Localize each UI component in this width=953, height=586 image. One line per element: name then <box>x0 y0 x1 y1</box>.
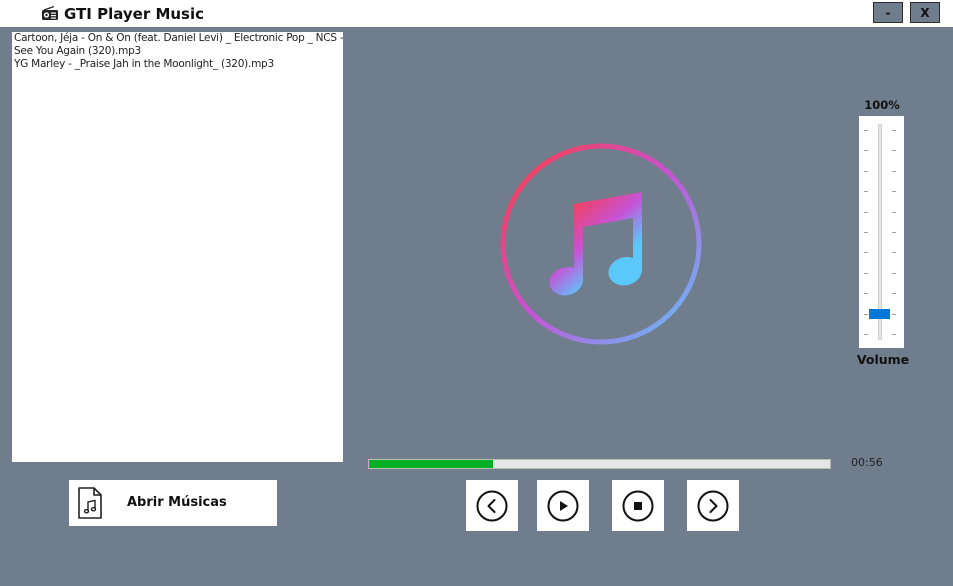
playlist[interactable]: Cartoon, Jéja - On & On (feat. Daniel Le… <box>12 32 343 462</box>
volume-tick <box>864 130 868 131</box>
volume-label: Volume <box>856 352 910 367</box>
volume-tick <box>864 252 868 254</box>
volume-tick <box>892 211 896 213</box>
music-note-icon <box>500 143 702 345</box>
volume-tick <box>864 191 868 193</box>
app-title: GTI Player Music <box>64 5 205 23</box>
title-bar: GTI Player Music - X <box>0 0 953 27</box>
volume-tick <box>892 313 896 315</box>
volume-percent: 100% <box>864 98 900 112</box>
volume-tick <box>892 191 896 193</box>
volume-tick <box>892 252 896 254</box>
volume-tick <box>892 130 896 131</box>
previous-button[interactable] <box>466 480 518 531</box>
volume-tick <box>892 150 896 152</box>
stop-icon <box>622 490 654 521</box>
volume-tick <box>864 334 868 335</box>
playlist-item[interactable]: See You Again (320).mp3 <box>12 45 343 58</box>
elapsed-time: 00:56 <box>851 456 883 469</box>
volume-tick <box>864 293 868 295</box>
play-icon <box>547 490 579 521</box>
volume-tick <box>892 334 896 335</box>
next-icon <box>697 490 729 521</box>
volume-track <box>878 124 882 340</box>
volume-thumb[interactable] <box>869 309 890 320</box>
playlist-item[interactable]: YG Marley - _Praise Jah in the Moonlight… <box>12 58 343 71</box>
minimize-button[interactable]: - <box>873 2 903 23</box>
playback-progress-fill <box>369 460 494 468</box>
play-button[interactable] <box>537 480 589 531</box>
volume-tick <box>892 293 896 295</box>
close-button[interactable]: X <box>910 2 940 23</box>
open-music-label: Abrir Músicas <box>127 495 227 510</box>
volume-tick <box>892 170 896 172</box>
radio-icon <box>42 6 58 20</box>
volume-tick <box>864 232 868 233</box>
volume-tick <box>864 313 868 315</box>
open-music-button[interactable]: Abrir Músicas <box>69 480 277 526</box>
next-button[interactable] <box>687 480 739 531</box>
volume-tick <box>864 272 868 274</box>
volume-tick <box>864 211 868 213</box>
stop-button[interactable] <box>612 480 664 531</box>
playlist-item[interactable]: Cartoon, Jéja - On & On (feat. Daniel Le… <box>12 32 343 45</box>
volume-tick <box>864 170 868 172</box>
volume-tick <box>864 150 868 152</box>
playback-progress-bar[interactable] <box>368 459 831 469</box>
music-file-icon <box>78 487 102 519</box>
volume-tick <box>892 272 896 274</box>
volume-tick <box>892 232 896 233</box>
volume-slider[interactable] <box>859 116 904 348</box>
previous-icon <box>476 490 508 521</box>
